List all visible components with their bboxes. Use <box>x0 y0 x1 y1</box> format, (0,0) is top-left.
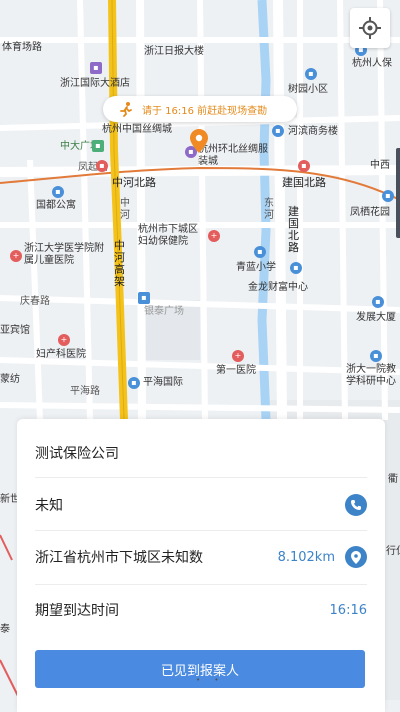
building-icon: ▪ <box>290 262 302 274</box>
map-label: 凤栖花园 <box>350 207 390 218</box>
divider <box>35 530 367 531</box>
divider <box>35 477 367 478</box>
task-card: 测试保险公司 未知 浙江省杭州市下城区未知数 8.102km 期望到达时间 16… <box>17 419 385 712</box>
map-label: 青蓝小学 <box>236 262 276 273</box>
eta-label: 期望到达时间 <box>35 603 119 619</box>
map-label: 妇产科医院 <box>36 349 86 360</box>
arrival-notice: 请于 16:16 前赶赴现场查勘 <box>103 96 297 122</box>
road-label: 中河 <box>120 198 130 221</box>
map-label: 国都公寓 <box>36 200 76 211</box>
metro-icon: ▪ <box>96 160 108 172</box>
page-indicator: • • <box>196 676 225 684</box>
distance-value: 8.102km <box>277 549 335 565</box>
building-icon: ▪ <box>52 186 64 198</box>
runner-icon <box>120 102 132 117</box>
address-row[interactable]: 浙江省杭州市下城区未知数 8.102km <box>35 541 367 573</box>
map-label: 衢 <box>388 474 398 485</box>
map-label: 河滨商务楼 <box>288 126 338 137</box>
map-label: 银泰广场 <box>144 306 184 317</box>
map-label: 泰 <box>0 624 10 635</box>
phone-button[interactable] <box>345 494 367 516</box>
building-icon: ▪ <box>128 377 140 389</box>
map-label: 浙江大学医学院附属儿童医院 <box>24 243 104 266</box>
map-label: 行仁 <box>386 546 400 557</box>
map-label: 杭州环北丝绸服装城 <box>198 144 268 167</box>
map-label: 发展大厦 <box>356 312 396 323</box>
navigate-button[interactable] <box>345 546 367 568</box>
divider <box>35 584 367 585</box>
map-label: 杭州市下城区妇幼保健院 <box>138 224 198 247</box>
building-icon: ▪ <box>372 296 384 308</box>
company-row: 测试保险公司 <box>35 441 367 465</box>
map-label: 中西 <box>370 160 390 171</box>
park-icon: ▪ <box>92 140 104 152</box>
phone-icon <box>351 500 361 510</box>
map-label: 第一医院 <box>216 365 256 376</box>
road-label: 建国北路 <box>282 176 326 189</box>
building-icon: ▪ <box>305 68 317 80</box>
hospital-icon: + <box>232 350 244 362</box>
notice-text: 请于 16:16 前赶赴现场查勘 <box>142 105 268 117</box>
map-label: 浙大一院教学科研中心 <box>346 364 396 387</box>
mall-icon: ▪ <box>138 292 150 304</box>
eta-value: 16:16 <box>329 602 367 618</box>
road-label: 东河 <box>264 198 274 221</box>
hospital-icon: + <box>58 334 70 346</box>
address-text: 浙江省杭州市下城区未知数 <box>35 550 203 566</box>
map-label: 蒙纺 <box>0 374 20 385</box>
contact-row: 未知 <box>35 489 367 521</box>
map-label: 杭州人保 <box>352 58 392 69</box>
hotel-icon: ▪ <box>90 62 102 74</box>
contact-name: 未知 <box>35 498 63 514</box>
hospital-icon: + <box>208 230 220 242</box>
road-label: 庆春路 <box>20 296 50 307</box>
map-label: 浙江日报大楼 <box>144 46 204 57</box>
company-name: 测试保险公司 <box>35 446 119 462</box>
eta-row: 期望到达时间 16:16 <box>35 595 367 625</box>
map-label: 金龙财富中心 <box>248 282 308 293</box>
hospital-icon: + <box>10 250 22 262</box>
road-label: 中河北路 <box>112 176 156 189</box>
metro-icon: ▪ <box>298 160 310 172</box>
road-label: 建国北路 <box>288 205 299 254</box>
map-label: 亚宾馆 <box>0 325 30 336</box>
map-label: 杭州中国丝绸城 <box>102 124 172 135</box>
crosshair-icon <box>359 17 381 39</box>
map-label: 浙江国际大酒店 <box>60 78 130 89</box>
map-label: 平海国际 <box>143 377 183 388</box>
locate-button[interactable] <box>350 8 390 48</box>
road-label: 中河高架 <box>114 239 125 288</box>
building-icon: ▪ <box>272 125 284 137</box>
edge-handle[interactable] <box>396 148 400 238</box>
map-marker-icon <box>351 550 361 564</box>
map-label: 体育场路 <box>2 42 42 53</box>
building-icon: ▪ <box>382 190 394 202</box>
building-icon: ▪ <box>370 350 382 362</box>
school-icon: ▪ <box>254 246 266 258</box>
road-label: 平海路 <box>70 386 100 397</box>
map-label: 树园小区 <box>288 84 328 95</box>
location-pin-icon[interactable] <box>190 129 208 153</box>
